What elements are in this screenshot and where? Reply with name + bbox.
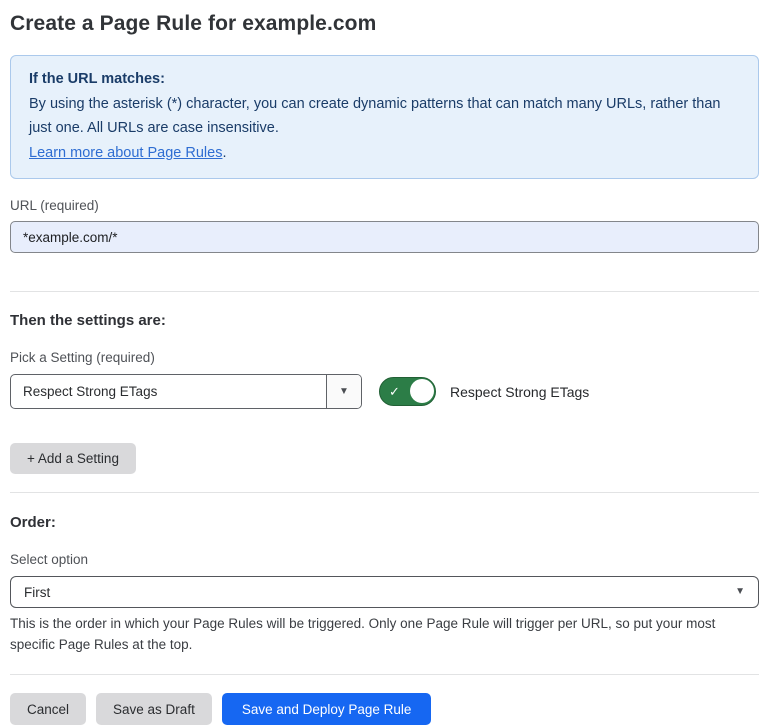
- add-setting-button[interactable]: + Add a Setting: [10, 443, 136, 474]
- chevron-down-icon: ▼: [735, 587, 745, 597]
- check-icon: ✓: [389, 385, 400, 398]
- url-input[interactable]: [10, 221, 759, 253]
- learn-more-link[interactable]: Learn more about Page Rules: [29, 145, 222, 161]
- setting-toggle-label: Respect Strong ETags: [450, 384, 589, 400]
- link-suffix: .: [222, 145, 226, 161]
- settings-section-heading: Then the settings are:: [10, 312, 759, 329]
- info-box-body: By using the asterisk (*) character, you…: [29, 92, 740, 141]
- save-as-draft-button[interactable]: Save as Draft: [96, 693, 212, 725]
- footer-divider: [10, 674, 759, 675]
- order-section-heading: Order:: [10, 514, 759, 531]
- order-select-label: Select option: [10, 552, 759, 567]
- setting-dropdown-arrow-button[interactable]: ▼: [326, 375, 361, 408]
- create-page-rule-form: Create a Page Rule for example.com If th…: [0, 0, 769, 725]
- setting-toggle[interactable]: ✓: [379, 377, 436, 406]
- cancel-button[interactable]: Cancel: [10, 693, 86, 725]
- setting-dropdown-value: Respect Strong ETags: [11, 375, 326, 408]
- order-select-value: First: [24, 585, 50, 600]
- page-title: Create a Page Rule for example.com: [10, 12, 759, 36]
- chevron-down-icon: ▼: [339, 387, 349, 397]
- url-field-label: URL (required): [10, 198, 759, 213]
- setting-picker-label: Pick a Setting (required): [10, 350, 759, 365]
- section-divider: [10, 492, 759, 493]
- section-divider: [10, 291, 759, 292]
- setting-row: Respect Strong ETags ▼ ✓ Respect Strong …: [10, 374, 759, 409]
- info-box-link-line: Learn more about Page Rules.: [29, 141, 740, 166]
- url-match-info-box: If the URL matches: By using the asteris…: [10, 55, 759, 179]
- save-and-deploy-button[interactable]: Save and Deploy Page Rule: [222, 693, 432, 725]
- footer-actions: Cancel Save as Draft Save and Deploy Pag…: [10, 693, 759, 725]
- info-box-heading: If the URL matches:: [29, 67, 740, 92]
- setting-dropdown[interactable]: Respect Strong ETags ▼: [10, 374, 362, 409]
- toggle-knob: [410, 379, 434, 403]
- order-select[interactable]: First ▼: [10, 576, 759, 608]
- order-help-text: This is the order in which your Page Rul…: [10, 614, 755, 655]
